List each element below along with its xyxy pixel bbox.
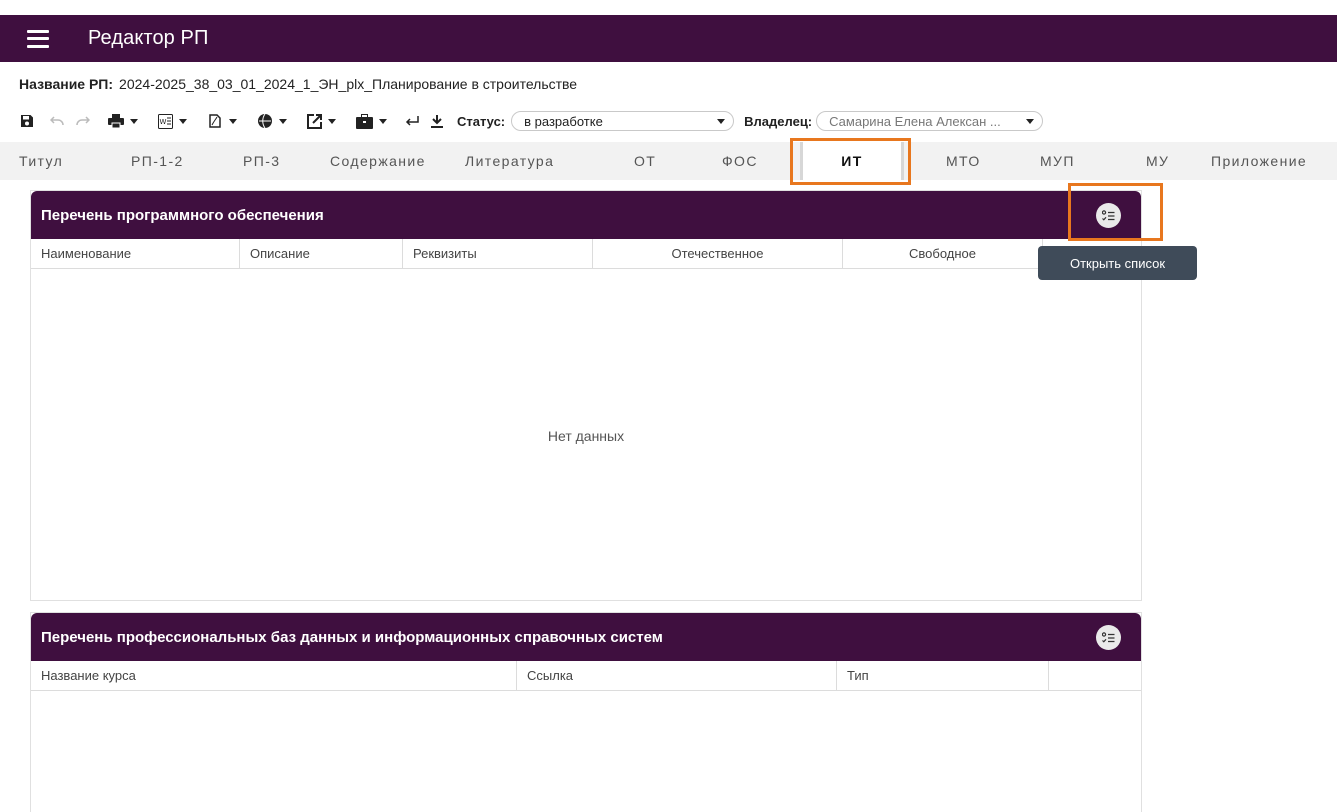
toolbar: W Статус: в разработке Владелец: Самарин… [20, 110, 1044, 132]
app-bar: Редактор РП [0, 15, 1337, 62]
column-header[interactable]: Тип [837, 661, 1049, 691]
svg-text:W: W [160, 118, 167, 126]
undo-icon[interactable] [50, 110, 64, 132]
owner-value: Самарина Елена Алексан ... [829, 113, 1001, 129]
tab-it[interactable]: ИТ [800, 142, 904, 180]
tooltip: Открыть список [1038, 246, 1197, 280]
databases-table-header: Название курса Ссылка Тип [31, 661, 1141, 691]
checklist-icon [1102, 209, 1115, 221]
return-icon[interactable] [405, 110, 419, 132]
checklist-icon [1102, 631, 1115, 643]
databases-panel-header: Перечень профессиональных баз данных и и… [31, 613, 1141, 661]
software-panel: Перечень программного обеспечения Наимен… [30, 190, 1142, 601]
app-title: Редактор РП [88, 27, 209, 49]
print-icon[interactable] [108, 110, 138, 132]
tab-bar: Титул РП-1-2 РП-3 Содержание Литература … [0, 142, 1337, 180]
column-header[interactable]: Ссылка [517, 661, 837, 691]
tab-mu[interactable]: МУ [1146, 142, 1169, 180]
chevron-down-icon [717, 118, 726, 124]
column-header[interactable]: Наименование [31, 239, 240, 269]
column-header[interactable]: Название курса [31, 661, 517, 691]
tab-appendix[interactable]: Приложение [1211, 142, 1307, 180]
word-icon[interactable]: W [158, 110, 187, 132]
menu-icon[interactable] [27, 29, 49, 48]
tab-rp-1-2[interactable]: РП-1-2 [131, 142, 184, 180]
databases-panel: Перечень профессиональных баз данных и и… [30, 612, 1142, 812]
empty-state: Нет данных [547, 428, 625, 444]
status-select[interactable]: в разработке [511, 111, 735, 131]
column-header[interactable]: Отечественное [593, 239, 843, 269]
rp-name-value: 2024-2025_38_03_01_2024_1_ЭН_plx_Планиро… [119, 76, 578, 92]
column-header[interactable]: Реквизиты [403, 239, 593, 269]
tab-content[interactable]: Содержание [330, 142, 426, 180]
briefcase-icon[interactable] [356, 110, 387, 132]
open-list-button[interactable] [1096, 625, 1121, 650]
pdf-icon[interactable] [207, 110, 237, 132]
status-label: Статус: [457, 113, 506, 129]
column-header [1049, 661, 1141, 691]
tab-titul[interactable]: Титул [19, 142, 63, 180]
rp-name-label: Название РП: [19, 76, 114, 92]
column-header[interactable]: Описание [240, 239, 403, 269]
owner-select[interactable]: Самарина Елена Алексан ... [816, 111, 1044, 131]
tab-fos[interactable]: ФОС [722, 142, 758, 180]
tab-mto[interactable]: МТО [946, 142, 981, 180]
tab-rp-3[interactable]: РП-3 [243, 142, 280, 180]
save-icon[interactable] [20, 110, 34, 132]
column-header[interactable]: Свободное [843, 239, 1043, 269]
databases-panel-title: Перечень профессиональных баз данных и и… [41, 628, 663, 646]
software-panel-header: Перечень программного обеспечения [31, 191, 1141, 239]
software-panel-title: Перечень программного обеспечения [41, 206, 324, 224]
export-icon[interactable] [307, 110, 336, 132]
tab-ot[interactable]: ОТ [634, 142, 656, 180]
globe-icon[interactable] [257, 110, 287, 132]
download-icon[interactable] [431, 110, 443, 132]
owner-label: Владелец: [744, 113, 813, 129]
chevron-down-icon [1026, 118, 1035, 124]
status-value: в разработке [524, 113, 603, 129]
software-table-header: Наименование Описание Реквизиты Отечеств… [31, 239, 1141, 269]
tab-literature[interactable]: Литература [465, 142, 554, 180]
tab-mup[interactable]: МУП [1040, 142, 1075, 180]
rp-name: Название РП: 2024-2025_38_03_01_2024_1_ЭН… [19, 76, 577, 92]
redo-icon[interactable] [76, 110, 90, 132]
open-list-button[interactable] [1096, 203, 1121, 228]
